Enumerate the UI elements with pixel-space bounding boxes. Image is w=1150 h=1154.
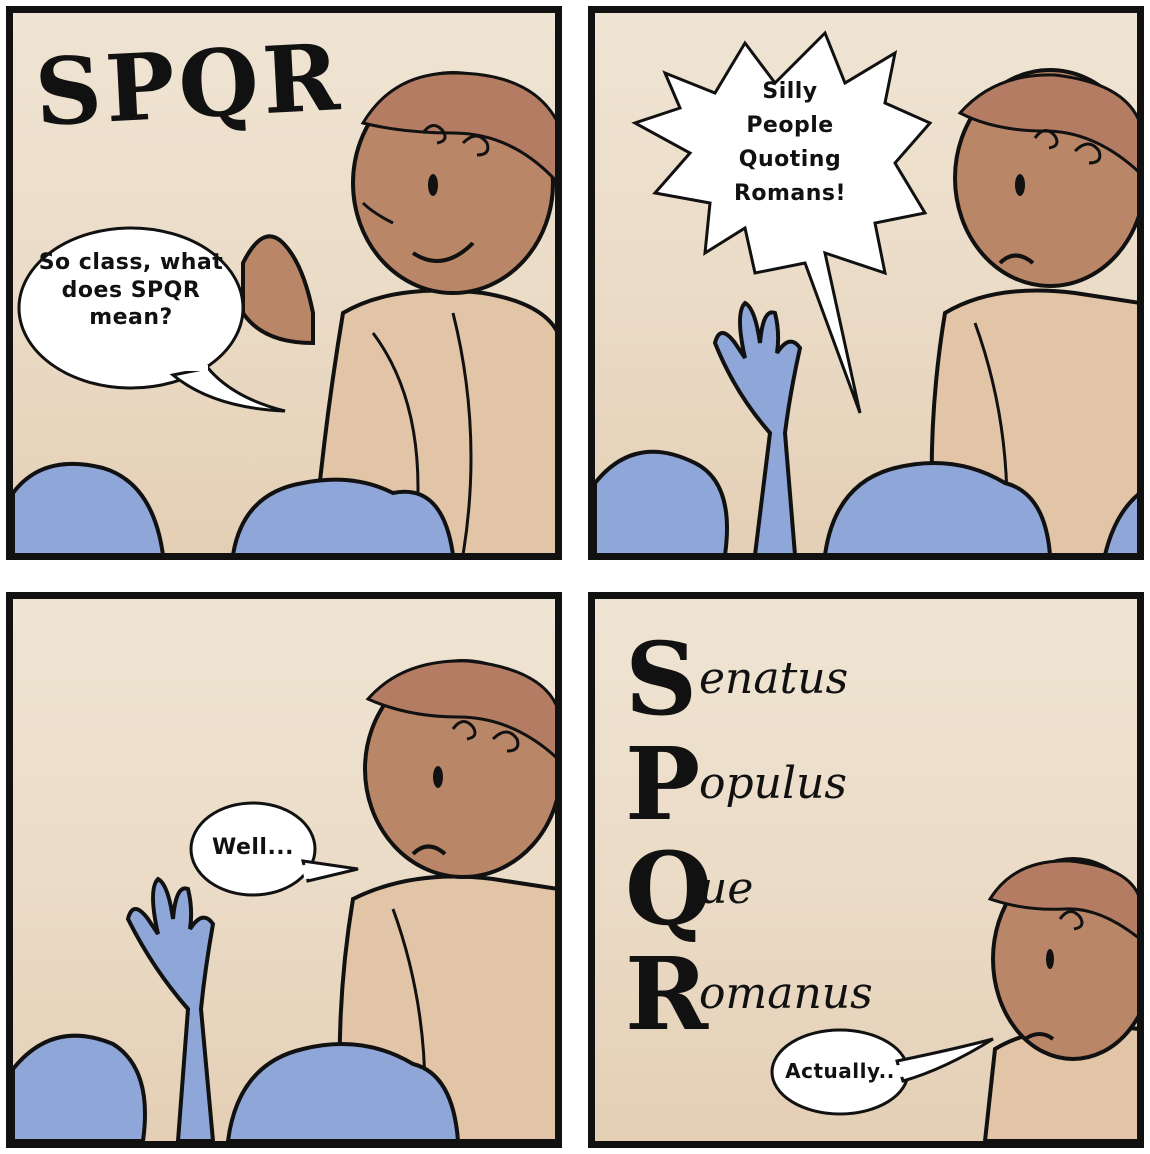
acronym-word: ue bbox=[699, 863, 754, 914]
speech-text: Well... bbox=[211, 835, 295, 860]
student-head-icon bbox=[595, 449, 729, 553]
student-head-icon bbox=[13, 461, 165, 553]
speech-text: So class, what does SPQR mean? bbox=[38, 250, 224, 330]
panel-3-art bbox=[13, 659, 555, 1141]
acronym-letter: Q bbox=[625, 830, 713, 948]
comic-panel-1: SPQR So class, what does SPQR mean? bbox=[6, 6, 562, 560]
acronym-word: omanus bbox=[699, 968, 873, 1019]
speech-text: Silly People Quoting Romans! bbox=[733, 79, 847, 207]
comic-panel-3: Well... bbox=[6, 592, 562, 1148]
acronym-letter: S bbox=[625, 620, 698, 738]
acronym-row-s: S enatus bbox=[625, 619, 848, 729]
acronym-letter: R bbox=[625, 935, 709, 1053]
acronym-row-r: R omanus bbox=[625, 934, 873, 1044]
acronym-row-q: Q ue bbox=[625, 829, 753, 939]
panel-2-art bbox=[595, 30, 1137, 553]
student-head-icon bbox=[13, 1033, 147, 1141]
acronym-word: opulus bbox=[699, 758, 847, 809]
acronym-word: enatus bbox=[699, 653, 849, 704]
comic-panel-2: Silly People Quoting Romans! bbox=[588, 6, 1144, 560]
spqr-title: SPQR bbox=[32, 23, 346, 147]
speech-text: Actually.. bbox=[785, 1059, 895, 1083]
teacher-hand-icon bbox=[241, 234, 315, 346]
comic-panel-4: S enatus P opulus Q ue R omanus Actually… bbox=[588, 592, 1144, 1148]
acronym-row-p: P opulus bbox=[625, 724, 847, 834]
acronym-letter: P bbox=[625, 725, 701, 843]
